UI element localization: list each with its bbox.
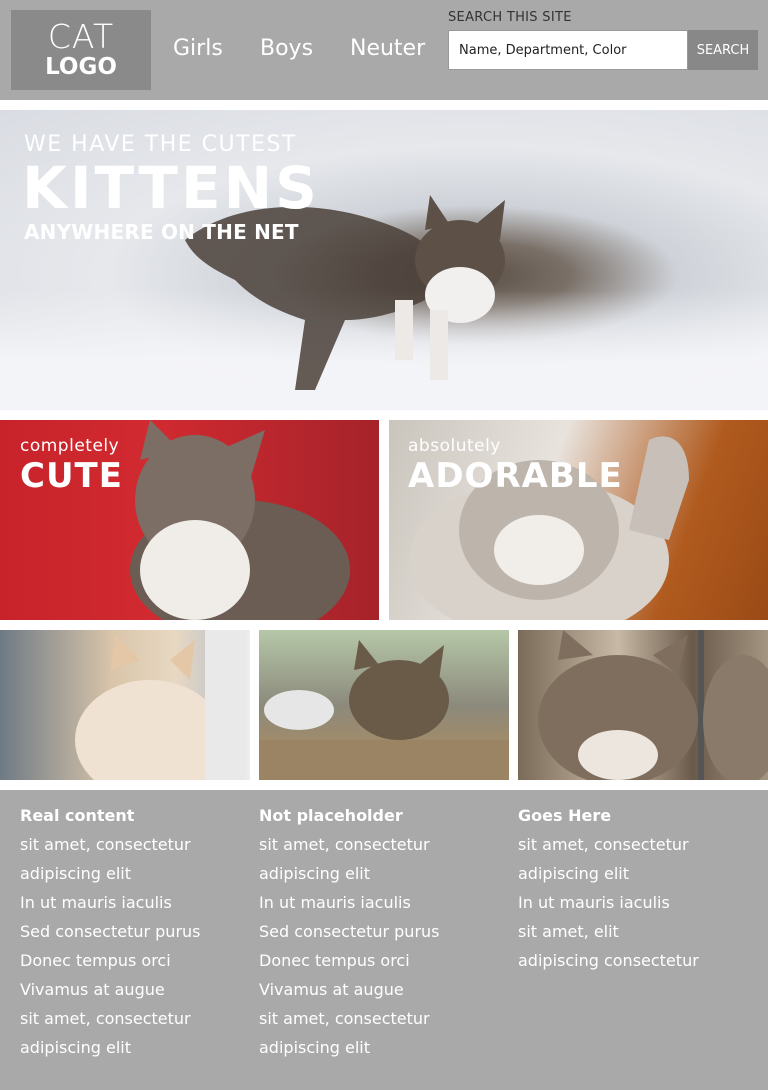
tile-adorable-subtitle: absolutely bbox=[408, 436, 501, 456]
hero-banner: WE HAVE THE CUTEST KITTENS ANYWHERE ON T… bbox=[0, 110, 768, 410]
footer-link[interactable]: adipiscing elit bbox=[259, 1036, 440, 1065]
footer-link[interactable]: adipiscing elit bbox=[20, 862, 201, 891]
tile-cute-title: CUTE bbox=[20, 456, 123, 496]
footer-link[interactable]: sit amet, consectetur bbox=[259, 1007, 440, 1036]
footer-column-title: Real content bbox=[20, 806, 135, 825]
footer-column-1: Real content sit amet, consectetur adipi… bbox=[20, 804, 201, 1065]
photo-tile-1[interactable] bbox=[0, 630, 250, 780]
footer-link[interactable]: Donec tempus orci bbox=[20, 949, 201, 978]
footer-link[interactable]: In ut mauris iaculis bbox=[518, 891, 699, 920]
footer-link[interactable]: Vivamus at augue bbox=[259, 978, 440, 1007]
footer-link[interactable]: sit amet, consectetur bbox=[259, 833, 440, 862]
footer-link[interactable]: sit amet, consectetur bbox=[20, 1007, 201, 1036]
hero-tagline-bottom: ANYWHERE ON THE NET bbox=[24, 220, 299, 244]
footer-link[interactable]: sit amet, consectetur bbox=[20, 833, 201, 862]
footer-column-2: Not placeholder sit amet, consectetur ad… bbox=[259, 804, 440, 1065]
footer-link[interactable]: In ut mauris iaculis bbox=[259, 891, 440, 920]
site-footer: Real content sit amet, consectetur adipi… bbox=[0, 790, 768, 1090]
footer-link[interactable]: sit amet, consectetur bbox=[518, 833, 699, 862]
kitten-image bbox=[259, 640, 509, 780]
nav-item-girls[interactable]: Girls bbox=[173, 36, 223, 61]
cat-logo[interactable]: CAT LOGO bbox=[11, 10, 151, 90]
footer-link[interactable]: Sed consectetur purus bbox=[259, 920, 440, 949]
nav-item-boys[interactable]: Boys bbox=[260, 36, 313, 61]
kitten-image bbox=[538, 630, 768, 780]
photo-tile-2[interactable] bbox=[259, 630, 509, 780]
footer-link[interactable]: Donec tempus orci bbox=[259, 949, 440, 978]
footer-link[interactable]: Sed consectetur purus bbox=[20, 920, 201, 949]
site-header: CAT LOGO Girls Boys Neuter SEARCH THIS S… bbox=[0, 0, 768, 100]
kitten-image bbox=[130, 420, 350, 620]
footer-column-title: Not placeholder bbox=[259, 806, 403, 825]
photo-tile-3[interactable] bbox=[518, 630, 768, 780]
footer-link[interactable]: sit amet, elit bbox=[518, 920, 699, 949]
hero-title: KITTENS bbox=[22, 154, 320, 222]
tile-cute[interactable]: completely CUTE bbox=[0, 420, 379, 620]
footer-column-title: Goes Here bbox=[518, 806, 612, 825]
search-label: SEARCH THIS SITE bbox=[448, 10, 572, 25]
footer-link[interactable]: Vivamus at augue bbox=[20, 978, 201, 1007]
nav-item-neuter[interactable]: Neuter bbox=[350, 36, 425, 61]
kitten-image bbox=[75, 630, 245, 780]
footer-link[interactable]: adipiscing elit bbox=[259, 862, 440, 891]
footer-column-3: Goes Here sit amet, consectetur adipisci… bbox=[518, 804, 699, 978]
logo-line2: LOGO bbox=[45, 54, 117, 80]
footer-link[interactable]: adipiscing elit bbox=[20, 1036, 201, 1065]
logo-line1: CAT bbox=[47, 17, 115, 56]
tile-adorable[interactable]: absolutely ADORABLE bbox=[389, 420, 768, 620]
tile-adorable-title: ADORABLE bbox=[408, 456, 623, 496]
footer-link[interactable]: adipiscing consectetur bbox=[518, 949, 699, 978]
footer-link[interactable]: In ut mauris iaculis bbox=[20, 891, 201, 920]
search-input[interactable] bbox=[448, 30, 688, 70]
footer-link[interactable]: adipiscing elit bbox=[518, 862, 699, 891]
search-button[interactable]: SEARCH bbox=[688, 30, 758, 70]
tile-cute-subtitle: completely bbox=[20, 436, 120, 456]
